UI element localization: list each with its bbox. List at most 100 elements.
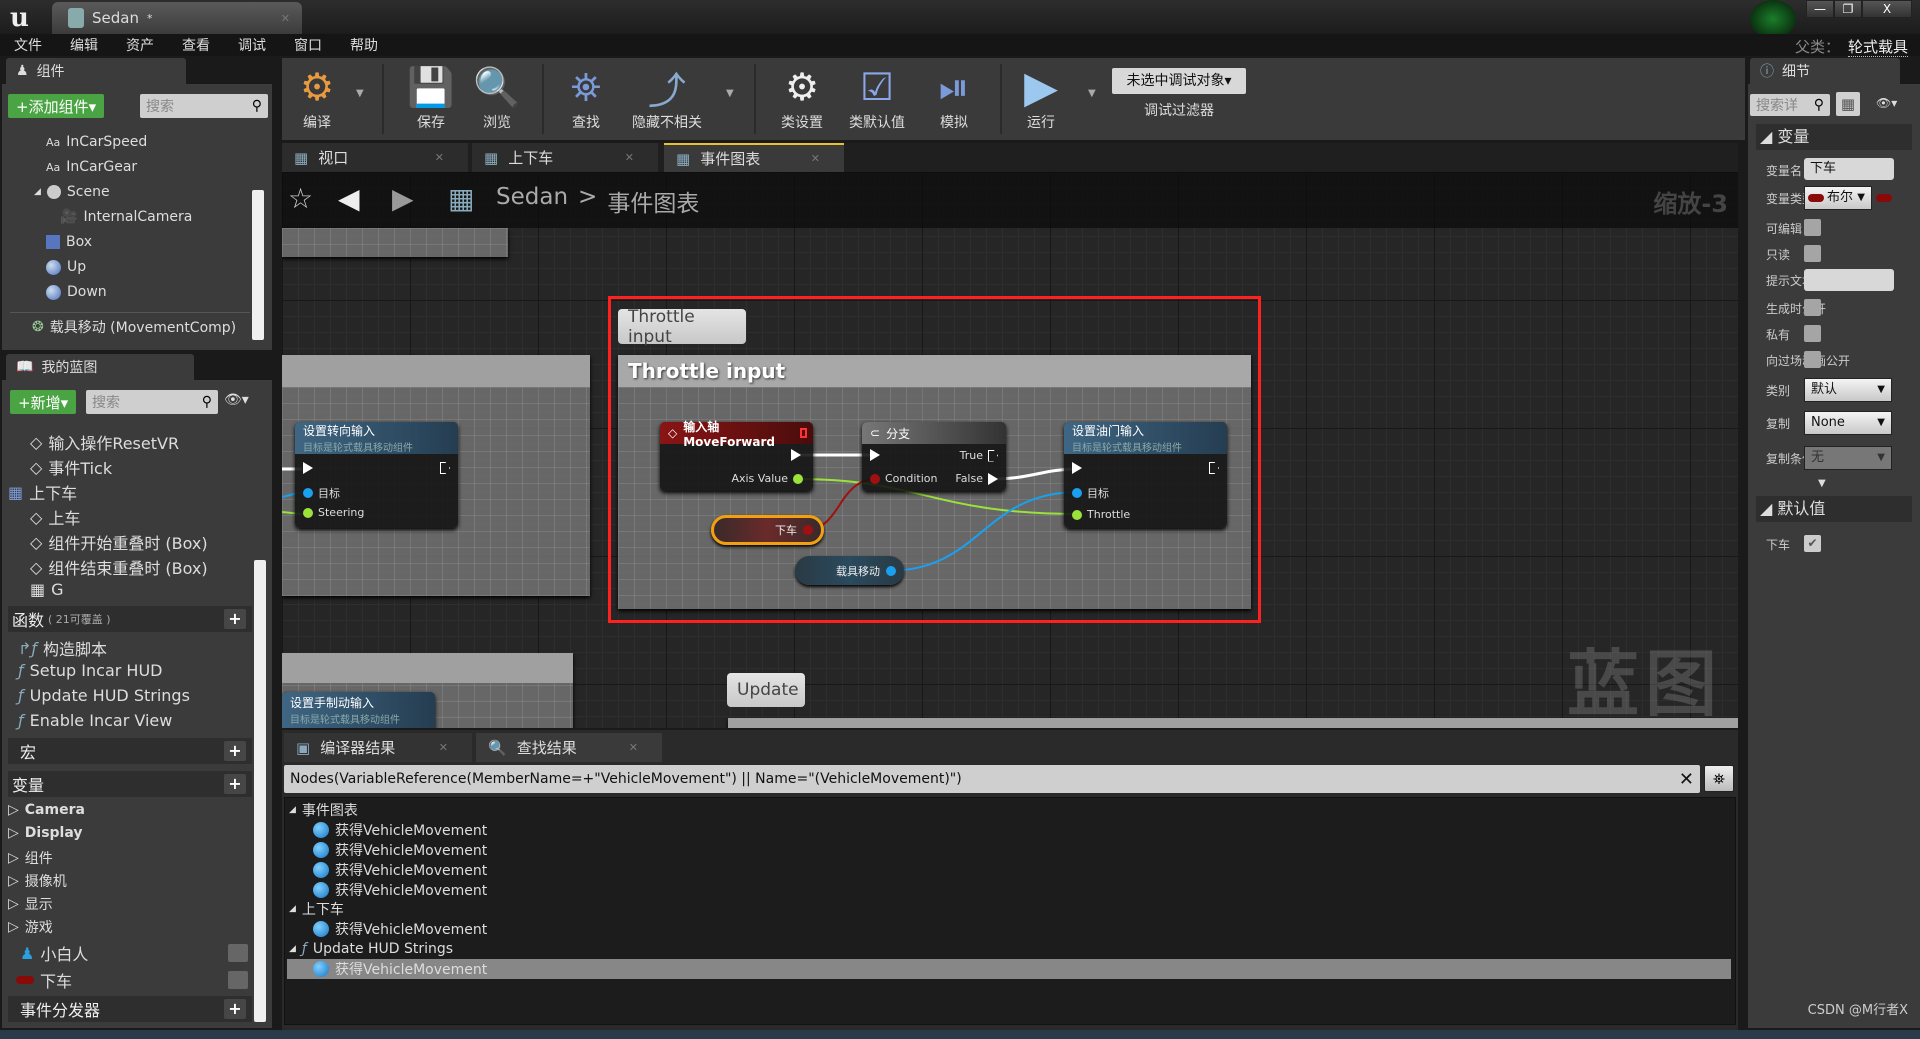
play-options-chevron-icon[interactable]: ▼ bbox=[1088, 88, 1096, 99]
container-type-icon[interactable] bbox=[1876, 194, 1892, 202]
exec-out-pin[interactable] bbox=[1209, 462, 1219, 474]
tree-item-internalcamera[interactable]: 🎥 InternalCamera bbox=[60, 209, 192, 225]
menu-edit[interactable]: 编辑 bbox=[56, 35, 112, 55]
private-checkbox[interactable] bbox=[1804, 325, 1821, 342]
class-defaults-button[interactable]: ☑ 类默认值 bbox=[842, 62, 912, 132]
add-macro-button[interactable]: + bbox=[224, 741, 246, 761]
menu-asset[interactable]: 资产 bbox=[112, 35, 168, 55]
function-item[interactable]: ↱ƒ 构造脚本 bbox=[18, 636, 107, 660]
advanced-expand-icon[interactable]: ▼ bbox=[1818, 478, 1826, 489]
result-item[interactable]: 获得VehicleMovement bbox=[313, 860, 487, 880]
tree-item-box[interactable]: Box bbox=[46, 234, 92, 250]
collapse-triangle-icon[interactable]: ◢ bbox=[289, 805, 296, 815]
graph-item-g[interactable]: ▦ G bbox=[30, 580, 64, 599]
clear-x-icon[interactable]: ✕ bbox=[1679, 769, 1694, 790]
variable-item[interactable]: 下车 bbox=[16, 968, 72, 992]
var-category[interactable]: ▷ 组件 bbox=[8, 848, 53, 868]
graph-editor[interactable]: Throttle input ☆ ◀ ▶ ▦ Sedan > 事件图表 缩放-3 T… bbox=[282, 172, 1738, 728]
components-scrollbar[interactable] bbox=[252, 190, 264, 340]
tree-item-down[interactable]: Down bbox=[46, 284, 107, 300]
class-settings-button[interactable]: ⚙ 类设置 bbox=[767, 62, 837, 132]
false-exec-pin[interactable] bbox=[988, 472, 998, 485]
tab-compiler-results[interactable]: ▣ 编译器结果 ✕ bbox=[284, 733, 472, 762]
graph-item-resetvr[interactable]: ◇ 输入操作ResetVR bbox=[30, 430, 179, 454]
view-options-eye-icon[interactable]: 👁▾ bbox=[224, 392, 249, 408]
var-category[interactable]: ▷ 游戏 bbox=[8, 917, 53, 937]
parent-class-link[interactable]: 轮式载具 bbox=[1847, 38, 1908, 57]
function-item[interactable]: ƒ Setup Incar HUD bbox=[18, 661, 162, 680]
variables-section-header[interactable]: ◢ 变量 bbox=[1756, 124, 1912, 150]
collapse-triangle-icon[interactable]: ◢ bbox=[289, 944, 296, 954]
debug-object-select[interactable]: 未选中调试对象▾ bbox=[1112, 68, 1246, 94]
tooltip-field[interactable] bbox=[1804, 269, 1894, 291]
close-icon[interactable]: ✕ bbox=[811, 152, 820, 165]
replication-select[interactable]: None bbox=[1804, 411, 1892, 435]
collapse-triangle-icon[interactable]: ◢ bbox=[34, 187, 41, 197]
variable-name-field[interactable]: 下车 bbox=[1804, 158, 1894, 180]
set-handbrake-node[interactable]: 设置手制动输入 目标是轮式载具移动组件 bbox=[282, 692, 435, 728]
object-out-pin[interactable] bbox=[886, 565, 896, 576]
tab-find-results[interactable]: 🔍 查找结果 ✕ bbox=[476, 733, 662, 762]
tree-item-incarspeed[interactable]: Aa InCarSpeed bbox=[46, 134, 147, 150]
tree-item-movement[interactable]: ❂ 载具移动 (MovementComp) bbox=[32, 317, 236, 337]
details-tab[interactable]: ⓘ 细节 bbox=[1750, 58, 1900, 84]
result-group[interactable]: ◢ ƒ Update HUD Strings bbox=[289, 939, 453, 959]
defaults-section-header[interactable]: ◢ 默认值 bbox=[1756, 496, 1912, 522]
result-item-selected[interactable]: 获得VehicleMovement bbox=[313, 959, 487, 979]
steering-pin[interactable] bbox=[303, 507, 313, 518]
result-item[interactable]: 获得VehicleMovement bbox=[313, 820, 487, 840]
get-xiache-variable-node[interactable]: 下车 bbox=[711, 515, 824, 545]
menu-help[interactable]: 帮助 bbox=[336, 35, 392, 55]
result-item[interactable]: 获得VehicleMovement bbox=[313, 919, 487, 939]
variable-item[interactable]: ♟ 小白人 bbox=[20, 941, 88, 965]
var-category[interactable]: ▷ 显示 bbox=[8, 894, 53, 914]
set-throttle-node[interactable]: 设置油门输入 目标是轮式载具移动组件 目标 Throttle bbox=[1064, 422, 1227, 528]
browse-button[interactable]: 🔍 浏览 bbox=[462, 62, 532, 132]
variable-type-select[interactable]: 布尔 bbox=[1804, 186, 1872, 210]
target-pin[interactable] bbox=[303, 488, 313, 498]
maximize-button[interactable]: ❐ bbox=[1834, 0, 1862, 18]
tab-updown[interactable]: ▦ 上下车 ✕ bbox=[472, 143, 658, 172]
var-category[interactable]: ▷ Display bbox=[8, 825, 83, 841]
bool-out-pin[interactable] bbox=[803, 525, 813, 535]
hide-unrelated-button[interactable]: ⤴ 隐藏不相关 bbox=[622, 62, 712, 132]
my-blueprint-tab[interactable]: 📖 我的蓝图 bbox=[6, 354, 194, 380]
graph-item-overlap-end[interactable]: ◇ 组件结束重叠时 (Box) bbox=[30, 555, 208, 579]
play-button[interactable]: ▶ 运行 bbox=[1006, 62, 1076, 132]
exec-in-pin[interactable] bbox=[870, 449, 880, 461]
document-tab-sedan[interactable]: Sedan * ✕ bbox=[52, 2, 302, 34]
blueprint-scrollbar[interactable] bbox=[254, 560, 266, 1022]
tree-item-up[interactable]: Up bbox=[46, 259, 86, 275]
collapse-triangle-icon[interactable]: ◢ bbox=[289, 904, 296, 914]
find-button[interactable]: ⛯ 查找 bbox=[551, 62, 621, 132]
function-item[interactable]: ƒ Enable Incar View bbox=[18, 711, 172, 730]
close-icon[interactable]: ✕ bbox=[629, 741, 638, 754]
macros-section[interactable]: 宏 + bbox=[8, 738, 252, 764]
add-new-button[interactable]: +新增▾ bbox=[10, 390, 77, 414]
menu-window[interactable]: 窗口 bbox=[280, 35, 336, 55]
tab-event-graph[interactable]: ▦ 事件图表 ✕ bbox=[664, 143, 844, 172]
graph-item-tick[interactable]: ◇ 事件Tick bbox=[30, 455, 112, 479]
add-function-button[interactable]: + bbox=[224, 609, 246, 629]
source-control-icon[interactable] bbox=[1750, 0, 1796, 38]
condition-pin[interactable] bbox=[870, 473, 880, 484]
result-item[interactable]: 获得VehicleMovement bbox=[313, 880, 487, 900]
hide-unrelated-chevron-icon[interactable]: ▼ bbox=[726, 88, 734, 99]
expose-cinematics-checkbox[interactable] bbox=[1804, 351, 1821, 368]
var-category[interactable]: ▷ Camera bbox=[8, 802, 85, 818]
find-binoculars-button[interactable]: ⛯ bbox=[1704, 765, 1734, 792]
target-pin[interactable] bbox=[1072, 488, 1082, 498]
close-button[interactable]: X bbox=[1862, 0, 1912, 18]
graph-group-updown[interactable]: ▦ 上下车 bbox=[8, 480, 77, 504]
tab-viewport[interactable]: ▦ 视口 ✕ bbox=[282, 143, 468, 172]
compile-options-chevron-icon[interactable]: ▼ bbox=[356, 88, 364, 99]
set-steering-node[interactable]: 设置转向输入 目标是轮式载具移动组件 目标 Steering bbox=[295, 422, 458, 528]
visibility-toggle[interactable] bbox=[228, 971, 248, 989]
tree-item-incargear[interactable]: Aa InCarGear bbox=[46, 159, 137, 175]
visibility-toggle[interactable] bbox=[228, 944, 248, 962]
components-tab[interactable]: ♟ 组件 bbox=[6, 58, 186, 84]
add-dispatcher-button[interactable]: + bbox=[224, 999, 246, 1019]
close-icon[interactable]: ✕ bbox=[439, 741, 448, 754]
close-icon[interactable]: ✕ bbox=[435, 151, 444, 164]
delegate-pin[interactable] bbox=[799, 428, 807, 438]
